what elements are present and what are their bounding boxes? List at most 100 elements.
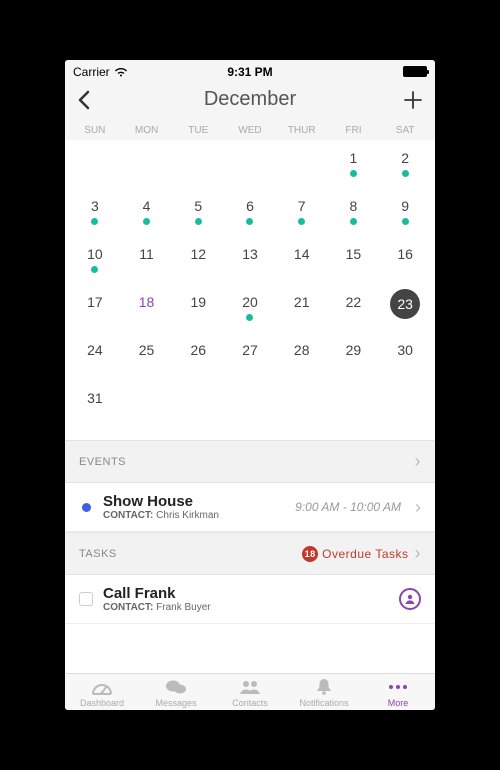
- calendar-day[interactable]: 4: [121, 192, 173, 240]
- events-label: EVENTS: [79, 456, 126, 468]
- calendar-day[interactable]: 21: [276, 288, 328, 336]
- chevron-right-icon: ›: [415, 451, 422, 472]
- day-of-week-label: THUR: [276, 125, 328, 136]
- battery-icon: [403, 66, 427, 77]
- calendar: SUNMONTUEWEDTHURFRISAT 12345678910111213…: [65, 117, 435, 440]
- status-bar: Carrier 9:31 PM: [65, 60, 435, 80]
- calendar-day[interactable]: 24: [69, 336, 121, 384]
- day-of-week-label: MON: [121, 125, 173, 136]
- calendar-day[interactable]: 31: [69, 384, 121, 432]
- tab-label: Notifications: [299, 698, 348, 708]
- calendar-day[interactable]: 8: [328, 192, 380, 240]
- day-of-week-label: TUE: [172, 125, 224, 136]
- calendar-day: [121, 384, 173, 432]
- more-icon: [387, 678, 409, 696]
- event-dot-icon: [350, 170, 357, 177]
- calendar-day[interactable]: 11: [121, 240, 173, 288]
- tasks-section-header[interactable]: TASKS 18 Overdue Tasks ›: [65, 532, 435, 575]
- calendar-day: [172, 144, 224, 192]
- calendar-day[interactable]: 12: [172, 240, 224, 288]
- calendar-day[interactable]: 10: [69, 240, 121, 288]
- back-button[interactable]: [77, 90, 91, 110]
- calendar-grid: 1234567891011121314151617181920212223242…: [65, 140, 435, 440]
- calendar-day[interactable]: 7: [276, 192, 328, 240]
- tab-contacts[interactable]: Contacts: [213, 677, 287, 708]
- calendar-day[interactable]: 17: [69, 288, 121, 336]
- event-dot-icon: [402, 218, 409, 225]
- content-scroll: EVENTS › Show House CONTACT: Chris Kirkm…: [65, 440, 435, 673]
- event-contact: CONTACT: Chris Kirkman: [103, 510, 285, 521]
- calendar-day[interactable]: 15: [328, 240, 380, 288]
- tab-label: Contacts: [232, 698, 268, 708]
- calendar-day[interactable]: 14: [276, 240, 328, 288]
- tab-label: Dashboard: [80, 698, 124, 708]
- event-dot-icon: [246, 218, 253, 225]
- tab-bar: Dashboard Messages Contacts Notification…: [65, 673, 435, 710]
- calendar-day[interactable]: 25: [121, 336, 173, 384]
- calendar-day: [224, 384, 276, 432]
- plus-icon: [403, 90, 423, 110]
- calendar-day[interactable]: 3: [69, 192, 121, 240]
- calendar-day[interactable]: 19: [172, 288, 224, 336]
- bell-icon: [315, 678, 333, 696]
- overdue-tasks-link[interactable]: 18 Overdue Tasks: [302, 546, 408, 562]
- event-dot-icon: [298, 218, 305, 225]
- event-dot-icon: [91, 218, 98, 225]
- page-title: December: [107, 88, 393, 111]
- calendar-day[interactable]: 13: [224, 240, 276, 288]
- task-checkbox[interactable]: [79, 592, 93, 606]
- calendar-day[interactable]: 9: [379, 192, 431, 240]
- event-title: Show House: [103, 493, 285, 510]
- tab-more[interactable]: More: [361, 677, 435, 708]
- calendar-day: [276, 384, 328, 432]
- event-row[interactable]: Show House CONTACT: Chris Kirkman 9:00 A…: [65, 483, 435, 532]
- overdue-badge: 18: [302, 546, 318, 562]
- events-section-header[interactable]: EVENTS ›: [65, 440, 435, 483]
- chevron-left-icon: [77, 90, 91, 110]
- navbar: December: [65, 80, 435, 117]
- tab-label: More: [388, 698, 409, 708]
- event-dot-icon: [195, 218, 202, 225]
- day-of-week-label: FRI: [328, 125, 380, 136]
- calendar-day[interactable]: 20: [224, 288, 276, 336]
- add-button[interactable]: [403, 90, 423, 110]
- calendar-day[interactable]: 28: [276, 336, 328, 384]
- calendar-day[interactable]: 1: [328, 144, 380, 192]
- calendar-day[interactable]: 26: [172, 336, 224, 384]
- event-dot-icon: [143, 218, 150, 225]
- overdue-text: Overdue Tasks: [322, 547, 408, 561]
- calendar-day[interactable]: 5: [172, 192, 224, 240]
- calendar-day[interactable]: 30: [379, 336, 431, 384]
- tab-messages[interactable]: Messages: [139, 677, 213, 708]
- group-icon: [238, 678, 262, 696]
- calendar-day: [121, 144, 173, 192]
- calendar-day: [69, 144, 121, 192]
- tab-dashboard[interactable]: Dashboard: [65, 677, 139, 708]
- chevron-right-icon: ›: [415, 497, 421, 518]
- event-dot-icon: [246, 314, 253, 321]
- task-row[interactable]: Call Frank CONTACT: Frank Buyer: [65, 575, 435, 624]
- event-time: 9:00 AM - 10:00 AM: [295, 500, 401, 514]
- day-of-week-label: SUN: [69, 125, 121, 136]
- calendar-day[interactable]: 22: [328, 288, 380, 336]
- day-of-week-row: SUNMONTUEWEDTHURFRISAT: [65, 117, 435, 140]
- day-of-week-label: SAT: [379, 125, 431, 136]
- calendar-day[interactable]: 6: [224, 192, 276, 240]
- calendar-day[interactable]: 18: [121, 288, 173, 336]
- event-dot-icon: [82, 503, 91, 512]
- calendar-day[interactable]: 29: [328, 336, 380, 384]
- event-dot-icon: [402, 170, 409, 177]
- task-avatar[interactable]: [399, 588, 421, 610]
- calendar-day[interactable]: 27: [224, 336, 276, 384]
- task-title: Call Frank: [103, 585, 389, 602]
- calendar-day[interactable]: 23: [379, 288, 431, 336]
- wifi-icon: [114, 67, 128, 77]
- chat-icon: [165, 678, 187, 696]
- calendar-day[interactable]: 2: [379, 144, 431, 192]
- chevron-right-icon: ›: [415, 543, 422, 564]
- tab-label: Messages: [155, 698, 196, 708]
- calendar-day[interactable]: 16: [379, 240, 431, 288]
- tab-notifications[interactable]: Notifications: [287, 677, 361, 708]
- tasks-label: TASKS: [79, 548, 117, 560]
- phone-frame: Carrier 9:31 PM December SUNMONTUEWEDTHU…: [65, 60, 435, 710]
